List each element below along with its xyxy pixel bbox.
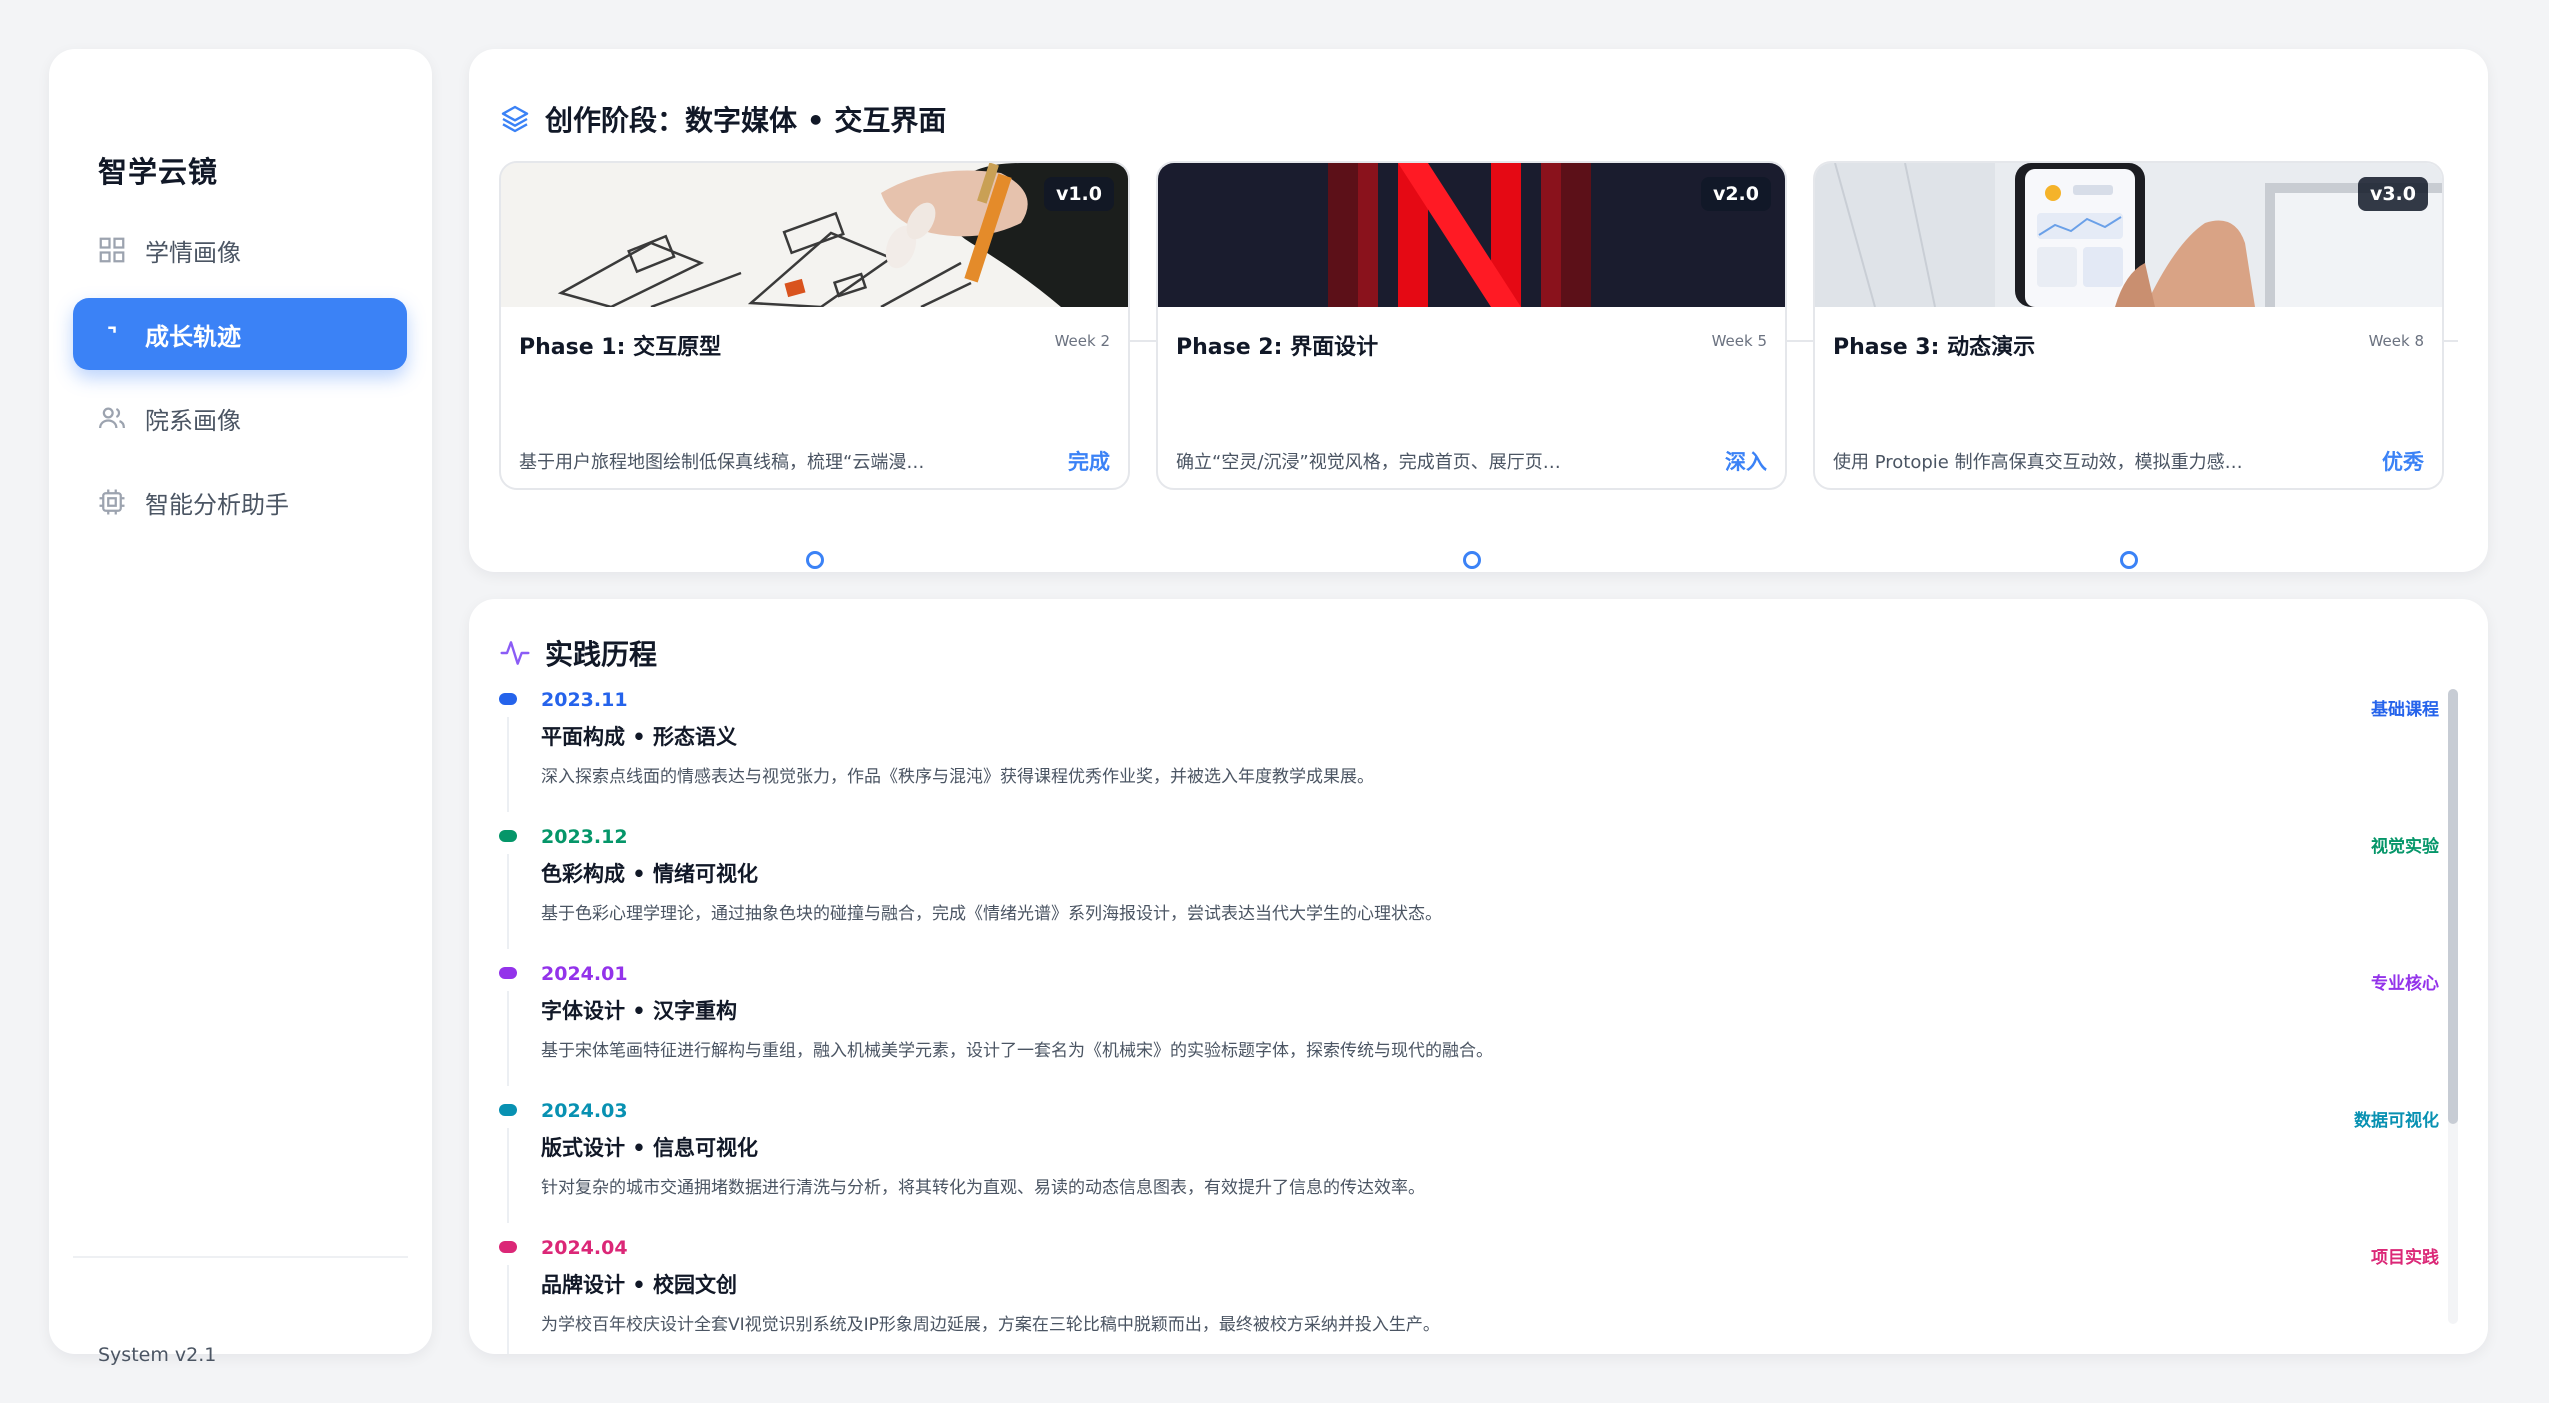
version-badge: v1.0 [1043, 177, 1114, 211]
event-connector [507, 854, 509, 949]
event-title: 版式设计 • 信息可视化 [541, 1136, 759, 1160]
corner-icon [97, 319, 127, 349]
practice-history-panel: 实践历程 2023.11 平面构成 • 形态语义 深入探索点线面的情感表达与视觉… [469, 599, 2488, 1354]
panel-title: 实践历程 [545, 638, 658, 671]
phase-week: Week 8 [2368, 332, 2424, 350]
event-dot [499, 830, 517, 842]
system-version: System v2.1 [98, 1344, 217, 1366]
sidebar-item-label: 成长轨迹 [145, 322, 241, 351]
event-description: 深入探索点线面的情感表达与视觉张力，作品《秩序与混沌》获得课程优秀作业奖，并被选… [541, 767, 1374, 787]
event-connector [507, 717, 509, 812]
phase-card[interactable]: v3.0 Phase 3: 动态演示 Week 8 使用 Protopie 制作… [1813, 161, 2444, 490]
event-dot [499, 967, 517, 979]
practice-event[interactable]: 2023.12 色彩构成 • 情绪可视化 基于色彩心理学理论，通过抽象色块的碰撞… [499, 826, 2439, 963]
app-brand: 智学云镜 [98, 155, 219, 189]
event-connector [507, 991, 509, 1086]
layers-icon [501, 105, 529, 133]
creation-phase-panel: 创作阶段：数字媒体 • 交互界面 v1.0 Phase 1: 交互原型 Week… [469, 49, 2488, 572]
chip-icon [97, 487, 127, 517]
phase-status: 深入 [1725, 450, 1767, 474]
sidebar-divider [73, 1256, 408, 1258]
phase-description: 确立“空灵/沉浸”视觉风格，完成首页、展厅页… [1176, 452, 1561, 473]
practice-history-header: 实践历程 [499, 633, 657, 673]
event-description: 基于宋体笔画特征进行解构与重组，融入机械美学元素，设计了一套名为《机械宋》的实验… [541, 1041, 1493, 1061]
event-date: 2023.12 [541, 826, 628, 848]
event-date: 2024.03 [541, 1100, 628, 1122]
sidebar-item-ai-assistant[interactable]: 智能分析助手 [73, 466, 407, 538]
event-description: 基于色彩心理学理论，通过抽象色块的碰撞与融合，完成《情绪光谱》系列海报设计，尝试… [541, 904, 1442, 924]
event-connector [507, 1128, 509, 1223]
phase-marker[interactable] [2120, 551, 2138, 569]
phase-thumbnail-sketch: v1.0 [501, 163, 1128, 307]
event-tag: 数据可视化 [2354, 1111, 2439, 1131]
scrollbar-thumb[interactable] [2448, 689, 2458, 1124]
phase-thumbnail-logo: v2.0 [1158, 163, 1785, 307]
phase-status: 完成 [1068, 450, 1110, 474]
event-title: 色彩构成 • 情绪可视化 [541, 862, 759, 886]
event-tag: 项目实践 [2371, 1248, 2439, 1268]
practice-event[interactable]: 2024.04 品牌设计 • 校园文创 为学校百年校庆设计全套VI视觉识别系统及… [499, 1237, 2439, 1354]
phase-card[interactable]: v2.0 Phase 2: 界面设计 Week 5 确立“空灵/沉浸”视觉风格，… [1156, 161, 1787, 490]
phase-thumbnail-phone: v3.0 [1815, 163, 2442, 307]
sidebar-item-label: 智能分析助手 [145, 490, 289, 519]
panel-title: 创作阶段：数字媒体 • 交互界面 [545, 104, 947, 137]
version-badge: v3.0 [2357, 177, 2428, 211]
sidebar-item-label: 院系画像 [145, 406, 241, 435]
event-title: 品牌设计 • 校园文创 [541, 1273, 738, 1297]
phase-name: Phase 2: 界面设计 [1176, 335, 1379, 360]
sidebar-item-department-profile[interactable]: 院系画像 [73, 382, 407, 454]
event-date: 2023.11 [541, 689, 628, 711]
sidebar-item-growth-track[interactable]: 成长轨迹 [73, 298, 407, 370]
event-dot [499, 1241, 517, 1253]
event-title: 字体设计 • 汉字重构 [541, 999, 738, 1023]
practice-event[interactable]: 2024.03 版式设计 • 信息可视化 针对复杂的城市交通拥堵数据进行清洗与分… [499, 1100, 2439, 1237]
event-tag: 专业核心 [2371, 974, 2439, 994]
users-icon [97, 403, 127, 433]
sidebar-nav: 学情画像 成长轨迹 院系画像 智能分析助手 [73, 214, 407, 550]
phase-status: 优秀 [2382, 450, 2424, 474]
grid-icon [97, 235, 127, 265]
phase-description: 使用 Protopie 制作高保真交互动效，模拟重力感… [1833, 452, 2243, 473]
phase-name: Phase 1: 交互原型 [519, 335, 722, 360]
sidebar: 智学云镜 学情画像 成长轨迹 院系画像 智能分析助手 System v2.1 [49, 49, 432, 1366]
event-date: 2024.01 [541, 963, 628, 985]
event-dot [499, 693, 517, 705]
phase-week: Week 5 [1711, 332, 1767, 350]
version-badge: v2.0 [1700, 177, 1771, 211]
phase-marker[interactable] [1463, 551, 1481, 569]
event-title: 平面构成 • 形态语义 [541, 725, 738, 749]
practice-event[interactable]: 2024.01 字体设计 • 汉字重构 基于宋体笔画特征进行解构与重组，融入机械… [499, 963, 2439, 1100]
event-description: 针对复杂的城市交通拥堵数据进行清洗与分析，将其转化为直观、易读的动态信息图表，有… [541, 1178, 1425, 1198]
sidebar-item-learning-profile[interactable]: 学情画像 [73, 214, 407, 286]
sidebar-item-label: 学情画像 [145, 238, 241, 267]
phase-card[interactable]: v1.0 Phase 1: 交互原型 Week 2 基于用户旅程地图绘制低保真线… [499, 161, 1130, 490]
phase-name: Phase 3: 动态演示 [1833, 335, 2036, 360]
activity-icon [500, 641, 530, 665]
phase-week: Week 2 [1054, 332, 1110, 350]
practice-event[interactable]: 2023.11 平面构成 • 形态语义 深入探索点线面的情感表达与视觉张力，作品… [499, 689, 2439, 826]
event-date: 2024.04 [541, 1237, 628, 1259]
scrollbar[interactable] [2448, 689, 2458, 1324]
practice-event-list: 2023.11 平面构成 • 形态语义 深入探索点线面的情感表达与视觉张力，作品… [499, 689, 2439, 1354]
event-tag: 视觉实验 [2371, 837, 2439, 857]
event-dot [499, 1104, 517, 1116]
event-connector [507, 1265, 509, 1354]
phase-marker[interactable] [806, 551, 824, 569]
creation-phase-header: 创作阶段：数字媒体 • 交互界面 [499, 99, 946, 139]
phase-description: 基于用户旅程地图绘制低保真线稿，梳理“云端漫… [519, 452, 925, 473]
event-description: 为学校百年校庆设计全套VI视觉识别系统及IP形象周边延展，方案在三轮比稿中脱颖而… [541, 1315, 1440, 1335]
event-tag: 基础课程 [2371, 700, 2439, 720]
